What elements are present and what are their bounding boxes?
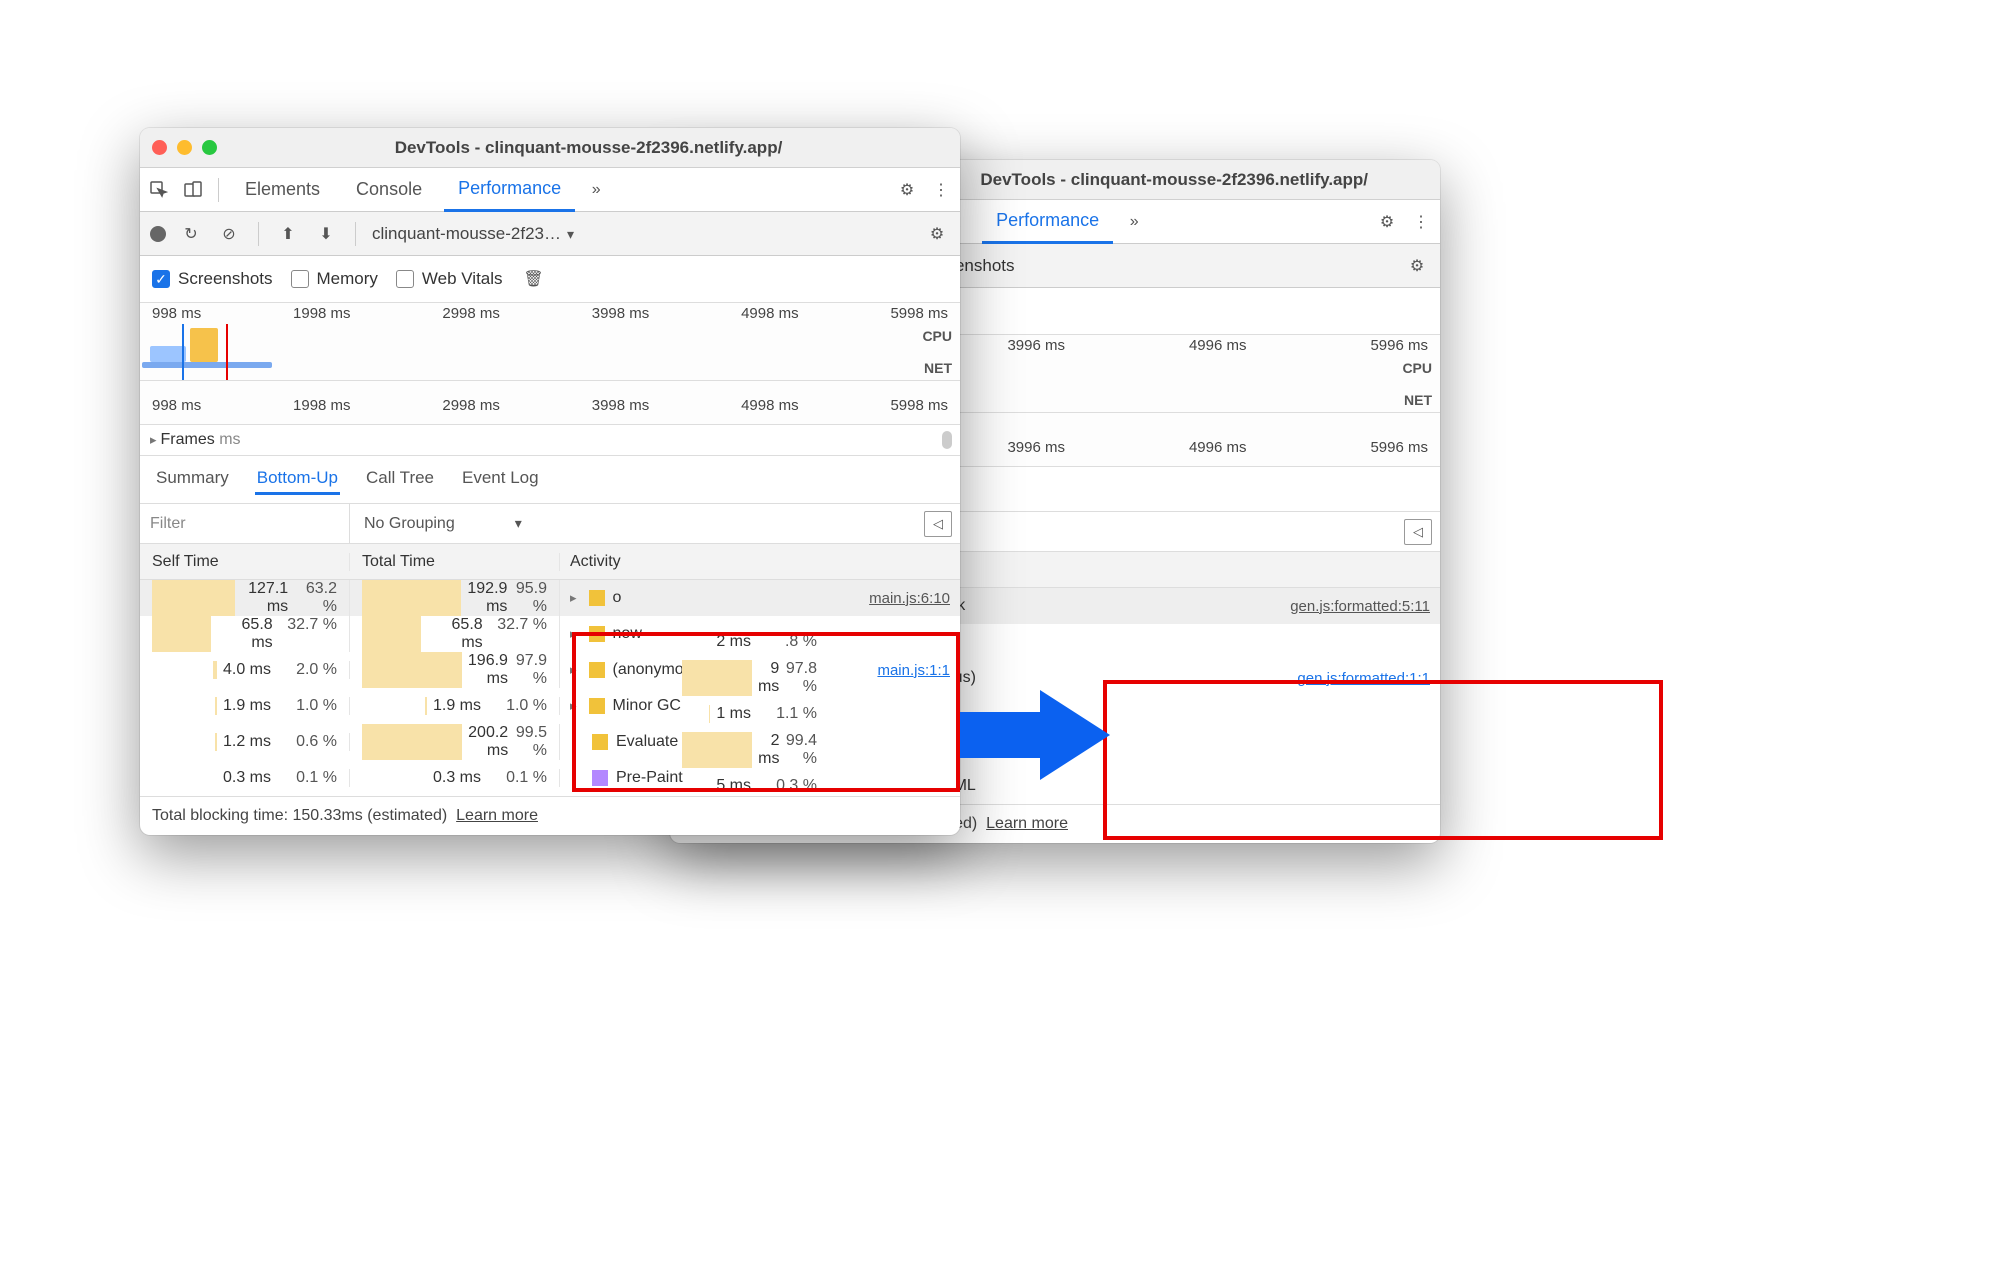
activity-name: Minor GC — [613, 697, 681, 715]
heaviest-stack-toggle-icon[interactable]: ◁ — [924, 511, 952, 537]
subtab-eventlog[interactable]: Event Log — [460, 464, 541, 495]
save-icon[interactable]: ⬇ — [313, 221, 339, 247]
gear-icon[interactable]: ⚙ — [1374, 209, 1400, 235]
flamechart-ruler[interactable]: 998 ms 1998 ms 2998 ms 3998 ms 4998 ms 5… — [140, 381, 960, 425]
tab-console[interactable]: Console — [342, 169, 436, 210]
reload-icon[interactable]: ↻ — [178, 221, 204, 247]
table-row[interactable]: 1.9 ms1.0 %1.9 ms1.0 %Minor GC — [140, 688, 960, 724]
target-dropdown[interactable]: clinquant-mousse-2f23… — [372, 224, 574, 244]
gear-icon[interactable]: ⚙ — [924, 221, 950, 247]
titlebar: DevTools - clinquant-mousse-2f2396.netli… — [140, 128, 960, 168]
filter-input[interactable]: Filter — [140, 504, 350, 543]
more-tabs-icon[interactable]: » — [1121, 209, 1147, 235]
tab-performance[interactable]: Performance — [444, 168, 575, 212]
screenshots-checkbox[interactable]: ✓ — [152, 270, 170, 288]
load-icon[interactable]: ⬆ — [275, 221, 301, 247]
source-link[interactable]: gen.js:formatted:1:1 — [1297, 670, 1430, 687]
footer: Total blocking time: 150.33ms (estimated… — [140, 796, 960, 835]
expand-icon[interactable] — [570, 589, 581, 607]
category-swatch-icon — [589, 662, 605, 678]
learn-more-link[interactable]: Learn more — [986, 815, 1068, 832]
activity-name: Pre-Paint — [616, 769, 683, 787]
category-swatch-icon — [592, 734, 608, 750]
memory-checkbox[interactable] — [291, 270, 309, 288]
expand-icon[interactable] — [570, 697, 581, 715]
gear-icon[interactable]: ⚙ — [1404, 253, 1430, 279]
expand-icon[interactable] — [570, 661, 581, 679]
kebab-icon[interactable]: ⋮ — [928, 177, 954, 203]
table-row[interactable]: 127.1 ms63.2 %192.9 ms95.9 %omain.js:6:1… — [140, 580, 960, 616]
trash-icon[interactable]: 🗑 — [521, 266, 547, 292]
device-toggle-icon[interactable] — [180, 177, 206, 203]
tab-elements[interactable]: Elements — [231, 169, 334, 210]
category-swatch-icon — [589, 590, 605, 606]
close-icon[interactable] — [152, 140, 167, 155]
subtab-bottomup[interactable]: Bottom-Up — [255, 464, 340, 495]
kebab-icon[interactable]: ⋮ — [1408, 209, 1434, 235]
webvitals-checkbox[interactable] — [396, 270, 414, 288]
clear-icon[interactable]: ⊘ — [216, 221, 242, 247]
expand-icon[interactable] — [570, 625, 581, 643]
minimize-icon[interactable] — [177, 140, 192, 155]
source-link[interactable]: gen.js:formatted:5:11 — [1290, 598, 1430, 615]
devtools-window-before: DevTools - clinquant-mousse-2f2396.netli… — [140, 128, 960, 835]
subtab-summary[interactable]: Summary — [154, 464, 231, 495]
category-swatch-icon — [592, 770, 608, 786]
scroll-thumb[interactable] — [942, 431, 952, 449]
capture-options: ✓Screenshots Memory Web Vitals 🗑 — [140, 256, 960, 303]
table-row[interactable]: 4.0 ms2.0 %196.9 ms97.9 %(anonymous)main… — [140, 652, 960, 688]
traffic-lights[interactable] — [152, 140, 217, 155]
window-title: DevTools - clinquant-mousse-2f2396.netli… — [229, 138, 948, 158]
zoom-icon[interactable] — [202, 140, 217, 155]
source-link[interactable]: main.js:6:10 — [869, 590, 950, 607]
frames-track[interactable]: Frames ms — [140, 425, 960, 456]
table-row[interactable]: 65.8 ms32.7 %65.8 ms32.7 %now — [140, 616, 960, 652]
gear-icon[interactable]: ⚙ — [894, 177, 920, 203]
details-tabs: Summary Bottom-Up Call Tree Event Log — [140, 456, 960, 504]
more-tabs-icon[interactable]: » — [583, 177, 609, 203]
source-link[interactable]: main.js:1:1 — [877, 662, 950, 679]
performance-toolbar: ↻ ⊘ ⬆ ⬇ clinquant-mousse-2f23… ⚙ — [140, 212, 960, 256]
inspect-icon[interactable] — [146, 177, 172, 203]
table-row[interactable]: 0.3 ms0.1 %0.3 ms0.1 %Pre-Paint — [140, 760, 960, 796]
annotation-arrow-icon — [960, 690, 1110, 780]
panel-tabs: Elements Console Performance » ⚙ ⋮ — [140, 168, 960, 212]
table-row[interactable]: 1.2 ms0.6 %200.2 ms99.5 %Evaluate Script — [140, 724, 960, 760]
learn-more-link[interactable]: Learn more — [456, 807, 538, 824]
bottom-up-grid: 127.1 ms63.2 %192.9 ms95.9 %omain.js:6:1… — [140, 580, 960, 796]
subtab-calltree[interactable]: Call Tree — [364, 464, 436, 495]
tab-performance[interactable]: Performance — [982, 200, 1113, 244]
activity-name: o — [613, 589, 622, 607]
category-swatch-icon — [589, 698, 605, 714]
filter-row: Filter No Grouping ◁ — [140, 504, 960, 544]
grid-header: Self Time Total Time Activity — [140, 544, 960, 580]
category-swatch-icon — [589, 626, 605, 642]
activity-name: now — [613, 625, 642, 643]
overview-timeline[interactable]: 998 ms 1998 ms 2998 ms 3998 ms 4998 ms 5… — [140, 303, 960, 381]
record-button[interactable] — [150, 226, 166, 242]
heaviest-stack-toggle-icon[interactable]: ◁ — [1404, 519, 1432, 545]
grouping-dropdown[interactable] — [515, 515, 522, 533]
